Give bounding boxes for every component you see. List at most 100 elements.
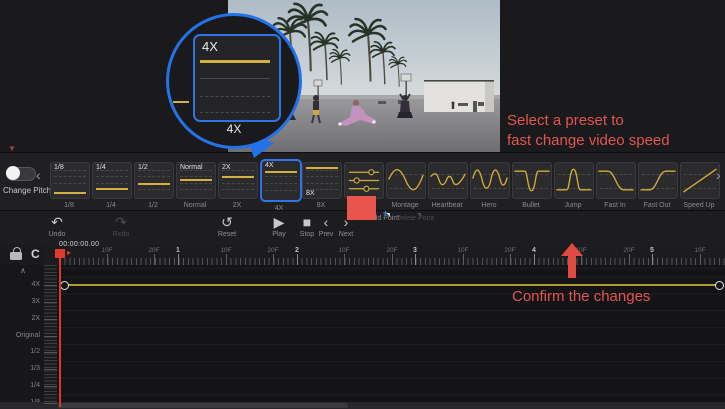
toggle-knob[interactable] xyxy=(6,166,20,180)
speed-editor-window: 4X 4X Select a preset to fast change vid… xyxy=(0,0,725,409)
preset-speed-up[interactable]: Speed Up xyxy=(680,162,718,212)
ruler-label: 10F xyxy=(220,247,231,254)
preset-2x[interactable]: 2X2X xyxy=(218,162,256,212)
ruler-label: 2 xyxy=(295,247,299,254)
speed-level-line xyxy=(265,171,297,173)
annotation-red-square xyxy=(347,196,376,220)
axis-tick xyxy=(44,352,57,353)
redo-icon: ↷ xyxy=(103,214,139,230)
curve-icon xyxy=(597,163,635,198)
undo-button[interactable]: ↶ Undo xyxy=(39,214,75,238)
annotation-select-preset: Select a preset to fast change video spe… xyxy=(507,111,670,151)
presets-scroll-left-icon[interactable]: ‹ xyxy=(36,167,41,183)
timeline-scrollbar-thumb[interactable] xyxy=(58,403,348,408)
preset-name-label: 1/4 xyxy=(92,202,130,209)
grid-dash xyxy=(180,176,212,177)
preset-fast-out[interactable]: Fast Out xyxy=(638,162,676,212)
preset-normal[interactable]: NormalNormal xyxy=(176,162,214,212)
speed-row-label: 3X xyxy=(0,298,40,305)
speed-level-line xyxy=(138,183,170,185)
grid-line xyxy=(200,78,270,79)
redo-button[interactable]: ↷ Redo xyxy=(103,214,139,238)
keyframe-point-start[interactable] xyxy=(60,281,69,290)
preset-card-label: 2X xyxy=(222,164,231,171)
preset-heartbeat[interactable]: Heartbeat xyxy=(428,162,466,212)
ruler-label: 4 xyxy=(532,247,536,254)
delete-point-button[interactable]: Delete Point xyxy=(392,214,438,222)
ruler-label: 20F xyxy=(623,247,634,254)
speed-row-label: 1/4 xyxy=(0,382,40,389)
preset-1-2[interactable]: 1/21/2 xyxy=(134,162,172,212)
preset-name-label: Fast Out xyxy=(638,202,676,209)
axis-tick xyxy=(44,386,57,387)
grid-dash xyxy=(138,189,170,190)
ruler-label: 20F xyxy=(267,247,278,254)
speed-row-label: Original xyxy=(0,332,40,339)
grid-dash xyxy=(265,183,297,184)
preset-name-label: Bullet xyxy=(512,202,550,209)
preview-section: 4X 4X Select a preset to fast change vid… xyxy=(0,0,725,152)
curve-icon xyxy=(387,163,425,198)
grid-dash xyxy=(200,112,270,113)
ruler-label: 20F xyxy=(504,247,515,254)
preset-card-label: 8X xyxy=(306,190,315,197)
undo-icon: ↶ xyxy=(39,214,75,230)
ruler-label: 10F xyxy=(457,247,468,254)
ruler-label: 10F xyxy=(338,247,349,254)
grid-dash xyxy=(96,183,128,184)
preset-montage[interactable]: Montage xyxy=(386,162,424,212)
grid-dash xyxy=(265,176,297,177)
ruler-label: 1 xyxy=(176,247,180,254)
speed-level-line xyxy=(306,167,338,169)
preset-8x[interactable]: 8X8X xyxy=(302,162,340,212)
preset-name-label: Heartbeat xyxy=(428,202,466,209)
grid-dash xyxy=(138,176,170,177)
preset-name-label: 1/8 xyxy=(50,202,88,209)
speed-rows-column: 4X3X2XOriginal1/21/31/41/8 xyxy=(0,265,44,409)
grid-dash xyxy=(306,183,338,184)
preset-4x[interactable]: 4X4X xyxy=(260,162,298,212)
preset-1-8[interactable]: 1/81/8 xyxy=(50,162,88,212)
keyframe-point-end[interactable] xyxy=(715,281,724,290)
change-pitch-toggle[interactable] xyxy=(6,167,36,181)
presets-scroll-right-icon[interactable]: › xyxy=(716,167,721,183)
curve-icon xyxy=(639,163,677,198)
ruler-label: 5 xyxy=(650,247,654,254)
speed-curve-line[interactable] xyxy=(60,284,722,286)
preset-fast-in[interactable]: Fast In xyxy=(596,162,634,212)
grid-dash xyxy=(180,183,212,184)
timeline-ruler[interactable]: 10F20F110F20F210F20F310F20F410F20F510F xyxy=(0,245,725,266)
grid-dash xyxy=(222,183,254,184)
speed-level-line xyxy=(200,60,270,63)
preset-hero[interactable]: Hero xyxy=(470,162,508,212)
axis-tick xyxy=(44,319,57,320)
snap-icon[interactable]: C xyxy=(31,247,40,261)
speed-row-label: 4X xyxy=(0,281,40,288)
preset-1-4[interactable]: 1/41/4 xyxy=(92,162,130,212)
speed-row-label: 1/2 xyxy=(0,348,40,355)
speed-axis-ruler xyxy=(44,265,57,409)
speed-level-line xyxy=(222,176,254,178)
grid-dash xyxy=(306,170,338,171)
magnified-preset-label: 4X xyxy=(202,39,218,54)
magnifier-callout: 4X 4X xyxy=(166,13,302,149)
magnified-preset-card: 4X xyxy=(193,34,281,122)
playhead-handle[interactable] xyxy=(55,249,65,258)
speed-level-line xyxy=(96,188,128,190)
reset-button[interactable]: ↺ Reset xyxy=(209,214,245,238)
playhead-flag-icon: ▸ xyxy=(67,248,71,257)
speed-row-label: 1/3 xyxy=(0,365,40,372)
reset-icon: ↺ xyxy=(209,214,245,230)
preset-bullet[interactable]: Bullet xyxy=(512,162,550,212)
grid-dash xyxy=(54,176,86,177)
axis-tick xyxy=(44,403,57,404)
speed-row-label: 2X xyxy=(0,315,40,322)
collapse-rows-icon[interactable]: ∧ xyxy=(20,266,26,275)
speed-level-line xyxy=(54,192,86,194)
axis-tick xyxy=(44,302,57,303)
timecode: 00:00:00.00 xyxy=(59,241,99,248)
panel-collapse-icon[interactable]: ▼ xyxy=(8,144,16,153)
preset-jump[interactable]: Jump xyxy=(554,162,592,212)
playhead-line[interactable] xyxy=(59,249,61,407)
preset-name-label: Fast In xyxy=(596,202,634,209)
